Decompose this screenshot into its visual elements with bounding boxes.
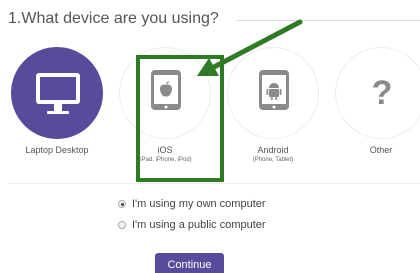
device-selection-page: 1.What device are you using? Laptop Desk… xyxy=(0,0,420,273)
device-label-other: Other xyxy=(369,145,393,155)
radio-button-public-computer[interactable] xyxy=(118,221,126,229)
device-sub-ios: (iPad, iPhone, iPod) xyxy=(138,157,192,163)
radio-public-computer[interactable]: I'm using a public computer xyxy=(118,218,266,232)
device-label-laptop-desktop: Laptop Desktop xyxy=(25,145,89,155)
continue-button[interactable]: Continue xyxy=(155,253,224,273)
android-tablet-icon xyxy=(259,70,289,110)
svg-text:?: ? xyxy=(372,74,393,112)
device-label-android: Android xyxy=(257,145,289,155)
title-rule xyxy=(236,20,420,21)
radio-button-own-computer[interactable] xyxy=(118,200,126,208)
device-label-ios: iOS xyxy=(157,145,173,155)
question-title: 1.What device are you using? xyxy=(8,10,219,27)
device-sub-android: (Phone, Tablet) xyxy=(252,157,294,163)
radio-own-computer[interactable]: I'm using my own computer xyxy=(118,197,266,211)
radio-label-public-computer: I'm using a public computer xyxy=(132,219,266,231)
device-option-other[interactable]: ? xyxy=(335,47,420,139)
monitor-icon xyxy=(36,73,80,114)
section-divider xyxy=(8,183,420,184)
device-option-laptop-desktop[interactable] xyxy=(11,47,103,139)
apple-tablet-icon xyxy=(151,70,181,110)
device-option-ios[interactable] xyxy=(119,47,211,139)
question-mark-icon: ? xyxy=(372,74,393,112)
radio-label-own-computer: I'm using my own computer xyxy=(132,198,266,210)
device-option-android[interactable] xyxy=(227,47,319,139)
